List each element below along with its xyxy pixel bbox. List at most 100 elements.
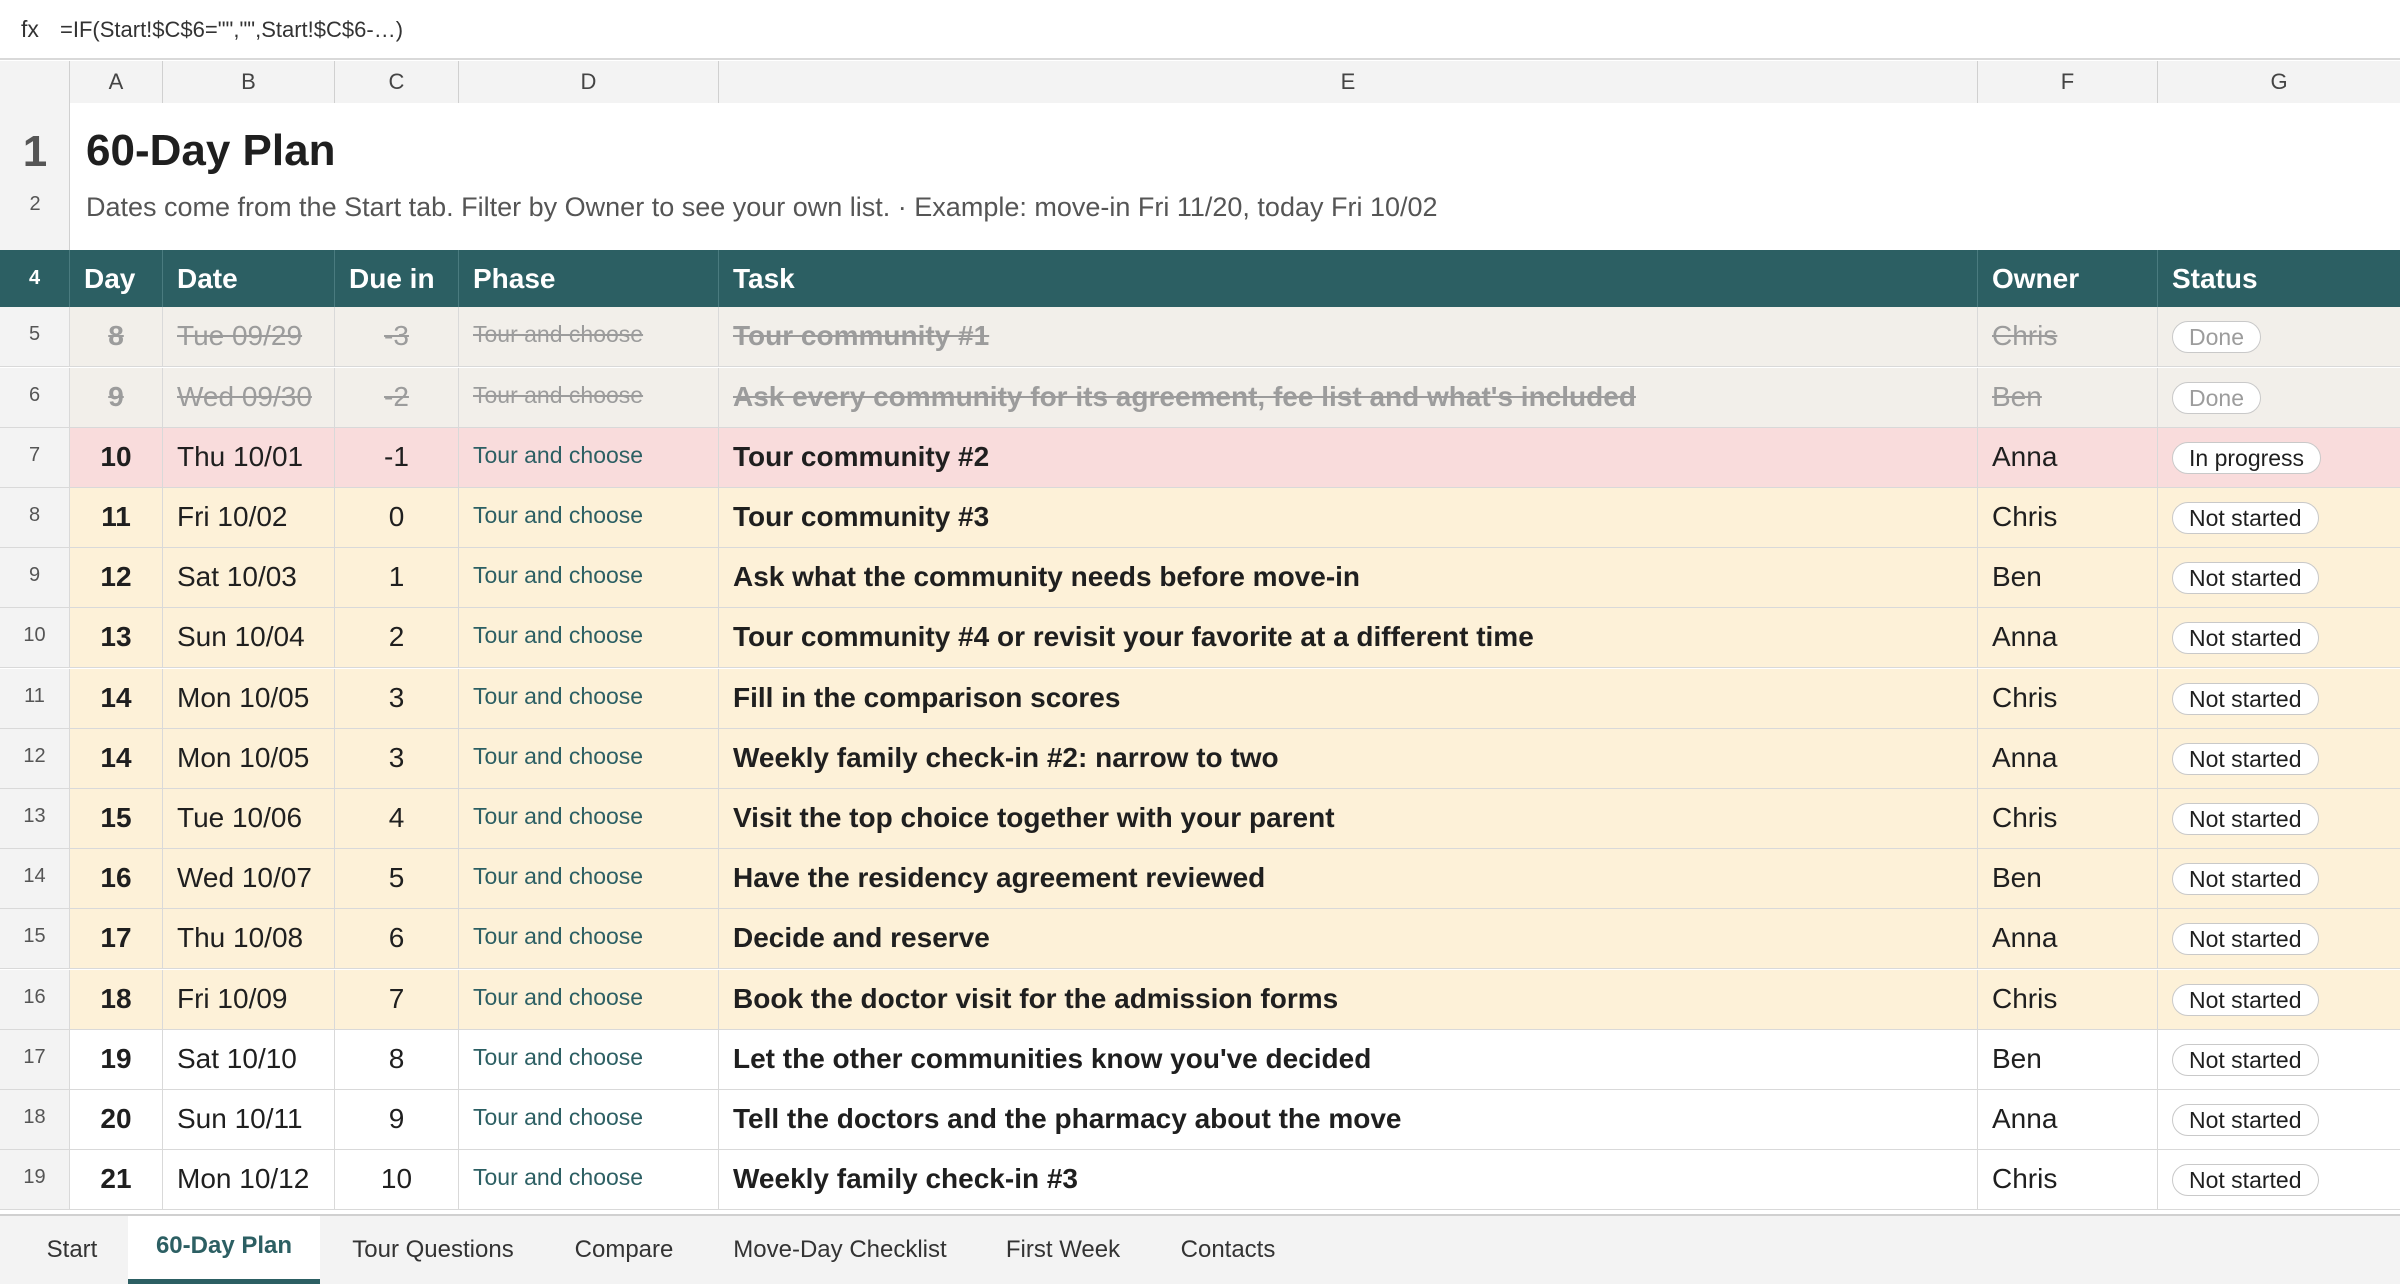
header-owner[interactable]: Owner: [1978, 250, 2158, 307]
cell-day[interactable]: 13: [70, 608, 163, 667]
cell-day[interactable]: 15: [70, 789, 163, 848]
column-header-a[interactable]: A: [70, 61, 163, 103]
cell-due-in[interactable]: 10: [335, 1150, 459, 1209]
tab-tour-questions[interactable]: Tour Questions: [336, 1216, 530, 1284]
cell-task[interactable]: Book the doctor visit for the admission …: [719, 970, 1978, 1029]
cell-status[interactable]: Not started: [2158, 548, 2400, 607]
cell-task[interactable]: Decide and reserve: [719, 909, 1978, 968]
cell-phase[interactable]: Tour and choose: [459, 1150, 719, 1209]
cell-status[interactable]: Not started: [2158, 608, 2400, 667]
cell-phase[interactable]: Tour and choose: [459, 488, 719, 547]
row-number[interactable]: 5: [0, 307, 70, 366]
cell-due-in[interactable]: -2: [335, 368, 459, 427]
column-header-c[interactable]: C: [335, 61, 459, 103]
cell-owner[interactable]: Ben: [1978, 849, 2158, 908]
column-header-f[interactable]: F: [1978, 61, 2158, 103]
cell-status[interactable]: Not started: [2158, 789, 2400, 848]
cell-owner[interactable]: Chris: [1978, 307, 2158, 366]
status-badge[interactable]: Not started: [2172, 984, 2319, 1016]
select-all-corner[interactable]: [0, 61, 70, 103]
cell-due-in[interactable]: 3: [335, 669, 459, 728]
status-badge[interactable]: Not started: [2172, 502, 2319, 534]
cell-owner[interactable]: Anna: [1978, 729, 2158, 788]
cell-task[interactable]: Tell the doctors and the pharmacy about …: [719, 1090, 1978, 1149]
cell-day[interactable]: 21: [70, 1150, 163, 1209]
cell-status[interactable]: Not started: [2158, 729, 2400, 788]
status-badge[interactable]: Not started: [2172, 803, 2319, 835]
header-task[interactable]: Task: [719, 250, 1978, 307]
cell-day[interactable]: 8: [70, 307, 163, 366]
cell-phase[interactable]: Tour and choose: [459, 608, 719, 667]
cell-date[interactable]: Sun 10/11: [163, 1090, 335, 1149]
cell-phase[interactable]: Tour and choose: [459, 428, 719, 487]
cell-phase[interactable]: Tour and choose: [459, 849, 719, 908]
cell-date[interactable]: Wed 10/07: [163, 849, 335, 908]
row-number[interactable]: 14: [0, 849, 70, 908]
row-number[interactable]: 11: [0, 669, 70, 728]
tab-contacts[interactable]: Contacts: [1164, 1216, 1292, 1284]
cell-date[interactable]: Thu 10/01: [163, 428, 335, 487]
cell-task[interactable]: Weekly family check-in #2: narrow to two: [719, 729, 1978, 788]
cell-owner[interactable]: Anna: [1978, 909, 2158, 968]
cell-date[interactable]: Tue 10/06: [163, 789, 335, 848]
cell-owner[interactable]: Anna: [1978, 428, 2158, 487]
cell-status[interactable]: Not started: [2158, 909, 2400, 968]
cell-date[interactable]: Mon 10/05: [163, 729, 335, 788]
status-badge[interactable]: Not started: [2172, 863, 2319, 895]
cell-status[interactable]: Not started: [2158, 1150, 2400, 1209]
cell-day[interactable]: 9: [70, 368, 163, 427]
tab-start[interactable]: Start: [20, 1216, 124, 1284]
cell-status[interactable]: Not started: [2158, 1030, 2400, 1089]
tab-move-day-checklist[interactable]: Move-Day Checklist: [718, 1216, 962, 1284]
cell-task[interactable]: Weekly family check-in #3: [719, 1150, 1978, 1209]
cell-owner[interactable]: Ben: [1978, 368, 2158, 427]
cell-task[interactable]: Tour community #2: [719, 428, 1978, 487]
cell-phase[interactable]: Tour and choose: [459, 909, 719, 968]
cell-day[interactable]: 18: [70, 970, 163, 1029]
cell-owner[interactable]: Ben: [1978, 548, 2158, 607]
cell-status[interactable]: Not started: [2158, 669, 2400, 728]
column-header-b[interactable]: B: [163, 61, 335, 103]
status-badge[interactable]: Done: [2172, 321, 2261, 353]
status-badge[interactable]: Not started: [2172, 923, 2319, 955]
cell-date[interactable]: Mon 10/05: [163, 669, 335, 728]
cell-task[interactable]: Tour community #1: [719, 307, 1978, 366]
cell-phase[interactable]: Tour and choose: [459, 789, 719, 848]
cell-phase[interactable]: Tour and choose: [459, 307, 719, 366]
cell-due-in[interactable]: 4: [335, 789, 459, 848]
row-number[interactable]: 15: [0, 909, 70, 968]
cell-phase[interactable]: Tour and choose: [459, 548, 719, 607]
cell-status[interactable]: Not started: [2158, 849, 2400, 908]
cell-phase[interactable]: Tour and choose: [459, 970, 719, 1029]
cell-day[interactable]: 14: [70, 729, 163, 788]
cell-day[interactable]: 17: [70, 909, 163, 968]
formula-input[interactable]: =IF(Start!$C$6="","",Start!$C$6-…): [60, 17, 403, 43]
cell-due-in[interactable]: 5: [335, 849, 459, 908]
cell-day[interactable]: 12: [70, 548, 163, 607]
cell-status[interactable]: In progress: [2158, 428, 2400, 487]
cell-date[interactable]: Mon 10/12: [163, 1150, 335, 1209]
cell-due-in[interactable]: 2: [335, 608, 459, 667]
cell-day[interactable]: 19: [70, 1030, 163, 1089]
cell-owner[interactable]: Anna: [1978, 608, 2158, 667]
tab-compare[interactable]: Compare: [556, 1216, 692, 1284]
row-number[interactable]: 1: [0, 127, 70, 177]
column-header-e[interactable]: E: [719, 61, 1978, 103]
cell-owner[interactable]: Chris: [1978, 1150, 2158, 1209]
cell-owner[interactable]: Chris: [1978, 970, 2158, 1029]
cell-due-in[interactable]: 9: [335, 1090, 459, 1149]
row-number[interactable]: 13: [0, 789, 70, 848]
row-number[interactable]: 12: [0, 729, 70, 788]
status-badge[interactable]: Not started: [2172, 1104, 2319, 1136]
cell-task[interactable]: Ask every community for its agreement, f…: [719, 368, 1978, 427]
tab-first-week[interactable]: First Week: [990, 1216, 1136, 1284]
cell-due-in[interactable]: 8: [335, 1030, 459, 1089]
cell-due-in[interactable]: 0: [335, 488, 459, 547]
header-status[interactable]: Status: [2158, 250, 2400, 307]
cell-date[interactable]: Sun 10/04: [163, 608, 335, 667]
cell-day[interactable]: 11: [70, 488, 163, 547]
cell-due-in[interactable]: 6: [335, 909, 459, 968]
cell-date[interactable]: Sat 10/10: [163, 1030, 335, 1089]
row-number[interactable]: 7: [0, 428, 70, 487]
cell-date[interactable]: Wed 09/30: [163, 368, 335, 427]
